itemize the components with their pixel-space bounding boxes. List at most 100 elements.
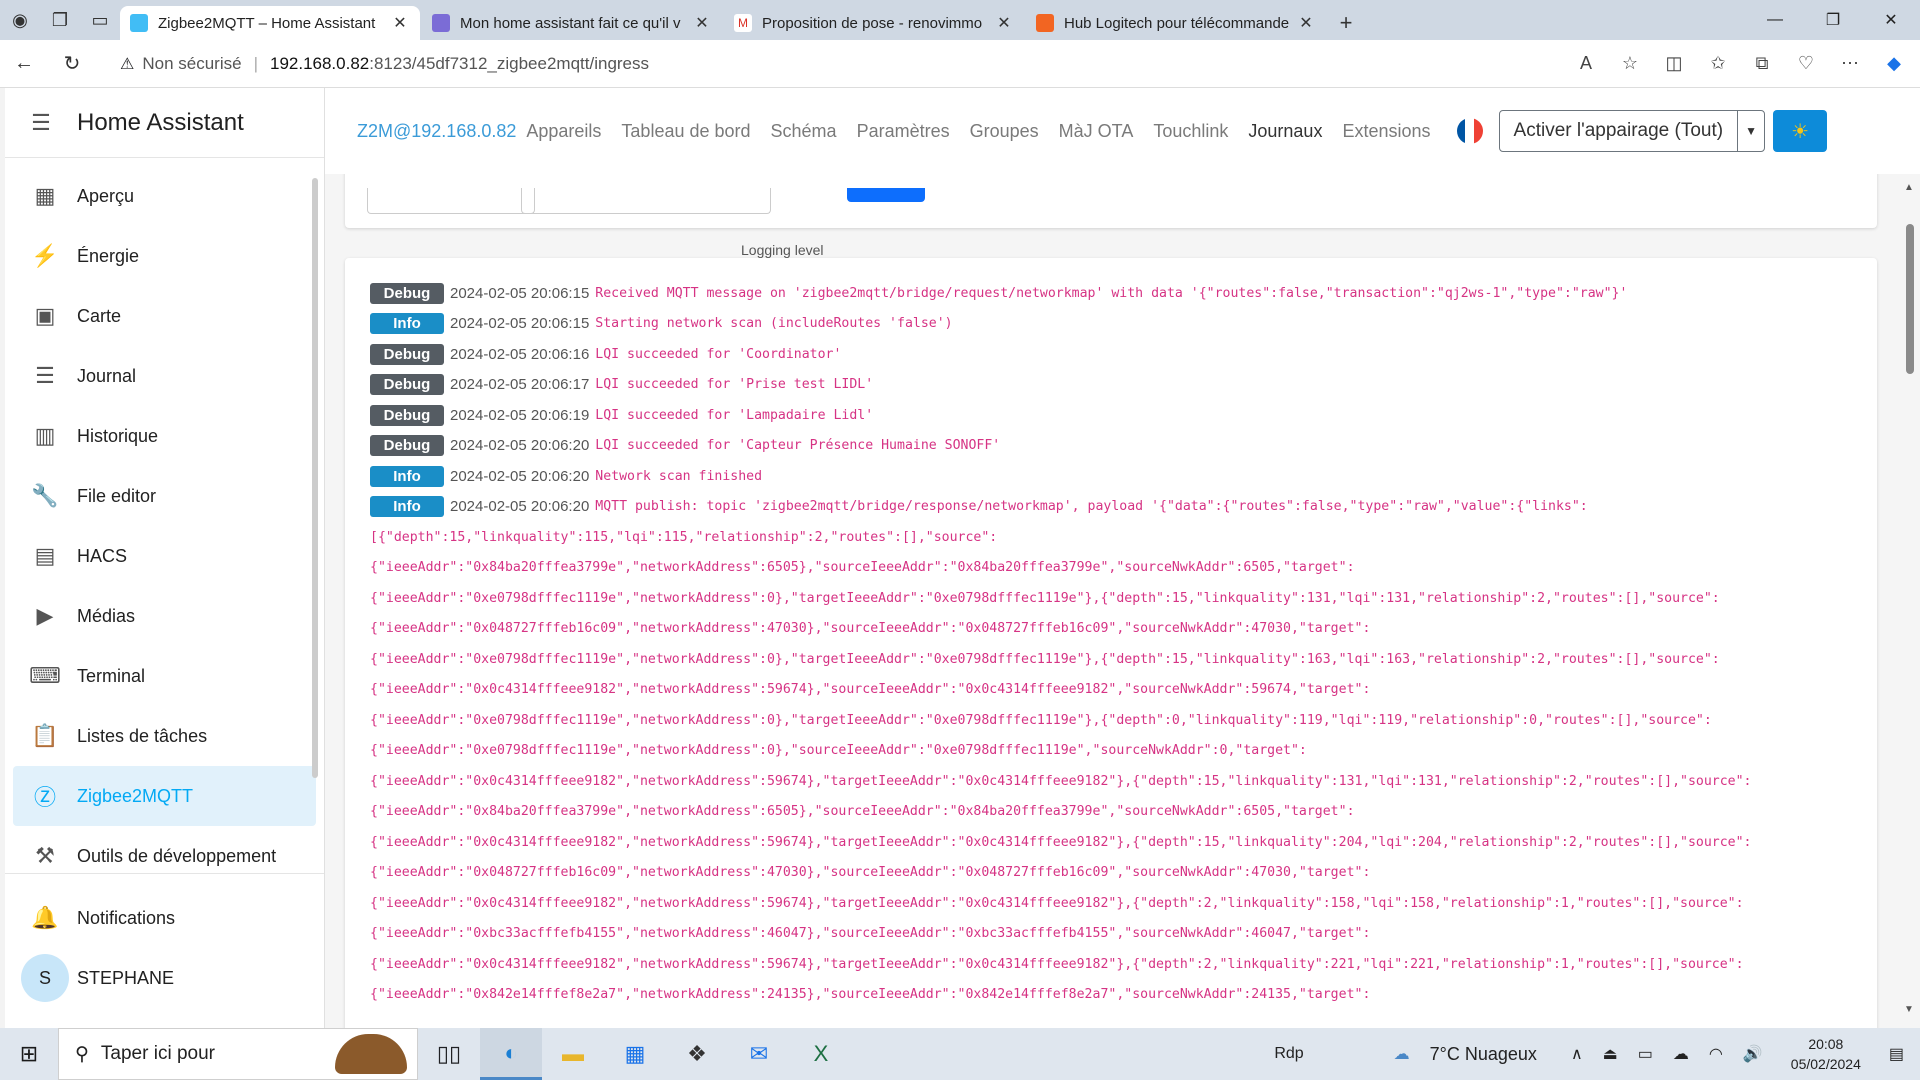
- sidebar-item-zigbee2mqtt[interactable]: Ⓩ Zigbee2MQTT: [13, 766, 316, 826]
- nav-m-j-ota[interactable]: MàJ OTA: [1059, 121, 1134, 142]
- nav-journaux[interactable]: Journaux: [1248, 121, 1322, 142]
- wifi-icon[interactable]: ◠: [1709, 1044, 1723, 1064]
- url-separator: |: [253, 53, 258, 73]
- usb-icon[interactable]: ⏏: [1603, 1044, 1618, 1064]
- sidebar-item-user[interactable]: S STEPHANE: [13, 948, 316, 1008]
- log-message: Starting network scan (includeRoutes 'fa…: [595, 316, 953, 332]
- more-menu-icon[interactable]: ⋯: [1830, 46, 1870, 82]
- address-bar: ← ↻ ⚠ Non sécurisé | 192.168.0.82:8123/4…: [0, 40, 1920, 88]
- z2m-brand-link[interactable]: Z2M@192.168.0.82: [357, 121, 516, 142]
- sidebar-item-terminal[interactable]: ⌨ Terminal: [13, 646, 316, 706]
- log-level-badge: Debug: [370, 282, 444, 304]
- theme-toggle-button[interactable]: ☀: [1773, 110, 1828, 152]
- task-view-icon[interactable]: ▯▯: [418, 1028, 480, 1080]
- notification-center-icon[interactable]: ▤: [1889, 1044, 1904, 1064]
- log-continuation-line: {"ieeeAddr":"0xe0798dfffec1119e","networ…: [370, 590, 1720, 606]
- browser-essentials-icon[interactable]: ♡: [1786, 46, 1826, 82]
- scroll-up-icon[interactable]: ▲: [1904, 182, 1914, 193]
- favorites-icon[interactable]: ✩: [1698, 46, 1738, 82]
- clear-logs-button[interactable]: [847, 188, 925, 202]
- maximize-icon[interactable]: ❐: [1804, 0, 1862, 40]
- read-aloud-icon[interactable]: A: [1566, 46, 1606, 82]
- log-continuation-line: {"ieeeAddr":"0x0c4314fffeee9182","networ…: [370, 682, 1371, 698]
- nav-tableau-de-bord[interactable]: Tableau de bord: [621, 121, 750, 142]
- onedrive-icon[interactable]: ☁: [1673, 1044, 1689, 1064]
- profile-icon[interactable]: ◉: [0, 0, 40, 40]
- tab-favicon-icon: [1036, 14, 1054, 32]
- close-tab-icon[interactable]: ✕: [994, 13, 1014, 33]
- windows-start-icon[interactable]: ⊞: [0, 1041, 58, 1067]
- copilot-icon[interactable]: ◆: [1874, 46, 1914, 82]
- nav-sch-ma[interactable]: Schéma: [771, 121, 837, 142]
- sidebar-item-hacs[interactable]: ▤ HACS: [13, 526, 316, 586]
- log-search-input[interactable]: [521, 188, 771, 214]
- collections-icon[interactable]: ❐: [40, 0, 80, 40]
- taskbar-clock[interactable]: 20:08 05/02/2024: [1791, 1034, 1861, 1074]
- url-field[interactable]: ⚠ Non sécurisé | 192.168.0.82:8123/45df7…: [106, 45, 1556, 82]
- close-tab-icon[interactable]: ✕: [390, 13, 410, 33]
- browser-tab[interactable]: Hub Logitech pour télécommande ✕: [1026, 6, 1326, 40]
- new-tab-button[interactable]: +: [1328, 6, 1364, 40]
- sidebar-item-label: Médias: [77, 605, 136, 626]
- french-flag-icon[interactable]: [1456, 118, 1483, 144]
- nav-groupes[interactable]: Groupes: [970, 121, 1039, 142]
- sidebar-item-historique[interactable]: ▥ Historique: [13, 406, 316, 466]
- nav-param-tres[interactable]: Paramètres: [857, 121, 950, 142]
- scrollbar-thumb[interactable]: [1906, 224, 1914, 374]
- permit-join-button[interactable]: Activer l'appairage (Tout) ▼: [1498, 110, 1766, 152]
- edge-icon[interactable]: ◐: [480, 1028, 542, 1080]
- browser-tab[interactable]: Zigbee2MQTT – Home Assistant ✕: [120, 6, 420, 40]
- file-explorer-icon[interactable]: ▬: [542, 1028, 604, 1080]
- chevron-down-icon[interactable]: ▼: [1738, 124, 1764, 138]
- weather-label[interactable]: 7°C Nuageux: [1430, 1044, 1537, 1065]
- collections-toolbar-icon[interactable]: ⧉: [1742, 46, 1782, 82]
- list-icon: ☰: [35, 363, 55, 388]
- sidebar-scrollbar[interactable]: [312, 178, 318, 778]
- sidebar-item-aper-u[interactable]: ▦ Aperçu: [13, 166, 316, 226]
- log-row: Debug 2024-02-05 20:06:17 LQI succeeded fo…: [370, 370, 1877, 401]
- sidebar-item-file-editor[interactable]: 🔧 File editor: [13, 466, 316, 526]
- sidebar-item-journal[interactable]: ☰ Journal: [13, 346, 316, 406]
- sidebar-item-carte[interactable]: ▣ Carte: [13, 286, 316, 346]
- browser-tab[interactable]: M Proposition de pose - renovimmo ✕: [724, 6, 1024, 40]
- log-message: Received MQTT message on 'zigbee2mqtt/br…: [595, 285, 1628, 301]
- log-level-select[interactable]: [367, 188, 535, 214]
- log-continuation-line: [{"depth":15,"linkquality":115,"lqi":115…: [370, 529, 998, 545]
- battery-icon[interactable]: ▭: [1638, 1044, 1653, 1064]
- menu-icon[interactable]: ☰: [5, 110, 77, 136]
- nav-appareils[interactable]: Appareils: [526, 121, 601, 142]
- close-tab-icon[interactable]: ✕: [1296, 13, 1316, 33]
- sidebar-item--nergie[interactable]: ⚡ Énergie: [13, 226, 316, 286]
- taskbar-search[interactable]: ⚲ Taper ici pour: [58, 1028, 418, 1080]
- page-scrollbar[interactable]: ▲ ▼: [1900, 88, 1920, 1028]
- close-window-icon[interactable]: ✕: [1862, 0, 1920, 40]
- back-button[interactable]: ←: [0, 44, 48, 84]
- scroll-down-icon[interactable]: ▼: [1904, 1004, 1914, 1015]
- sidebar-title: Home Assistant: [77, 108, 244, 136]
- dropbox-icon[interactable]: ❖: [666, 1028, 728, 1080]
- favorite-star-icon[interactable]: ☆: [1610, 46, 1650, 82]
- sidebar-item-listes-de-t-ches[interactable]: 📋 Listes de tâches: [13, 706, 316, 766]
- mail-icon[interactable]: ✉: [728, 1028, 790, 1080]
- log-message: Network scan finished: [595, 468, 763, 484]
- volume-icon[interactable]: 🔊: [1743, 1044, 1763, 1064]
- chevron-up-icon[interactable]: ∧: [1571, 1044, 1583, 1064]
- tab-actions-icon[interactable]: ▭: [80, 0, 120, 40]
- sidebar-item-notifications[interactable]: 🔔 Notifications: [13, 888, 316, 948]
- split-screen-icon[interactable]: ◫: [1654, 46, 1694, 82]
- rdp-label[interactable]: Rdp: [1274, 1045, 1303, 1063]
- log-level-badge: Info: [370, 496, 444, 518]
- log-continuation-line: {"ieeeAddr":"0x048727fffeb16c09","networ…: [370, 621, 1371, 637]
- browser-tab[interactable]: Mon home assistant fait ce qu'il v ✕: [422, 6, 722, 40]
- close-tab-icon[interactable]: ✕: [692, 13, 712, 33]
- minimize-icon[interactable]: —: [1746, 0, 1804, 40]
- nav-extensions[interactable]: Extensions: [1342, 121, 1430, 142]
- warning-icon: ⚠: [120, 55, 135, 73]
- reload-button[interactable]: ↻: [48, 44, 96, 84]
- excel-icon[interactable]: X: [790, 1028, 852, 1080]
- nav-touchlink[interactable]: Touchlink: [1153, 121, 1228, 142]
- zigbee-icon: Ⓩ: [33, 785, 56, 810]
- window-controls: — ❐ ✕: [1746, 0, 1920, 40]
- sidebar-item-m-dias[interactable]: ▶ Médias: [13, 586, 316, 646]
- store-icon[interactable]: ▦: [604, 1028, 666, 1080]
